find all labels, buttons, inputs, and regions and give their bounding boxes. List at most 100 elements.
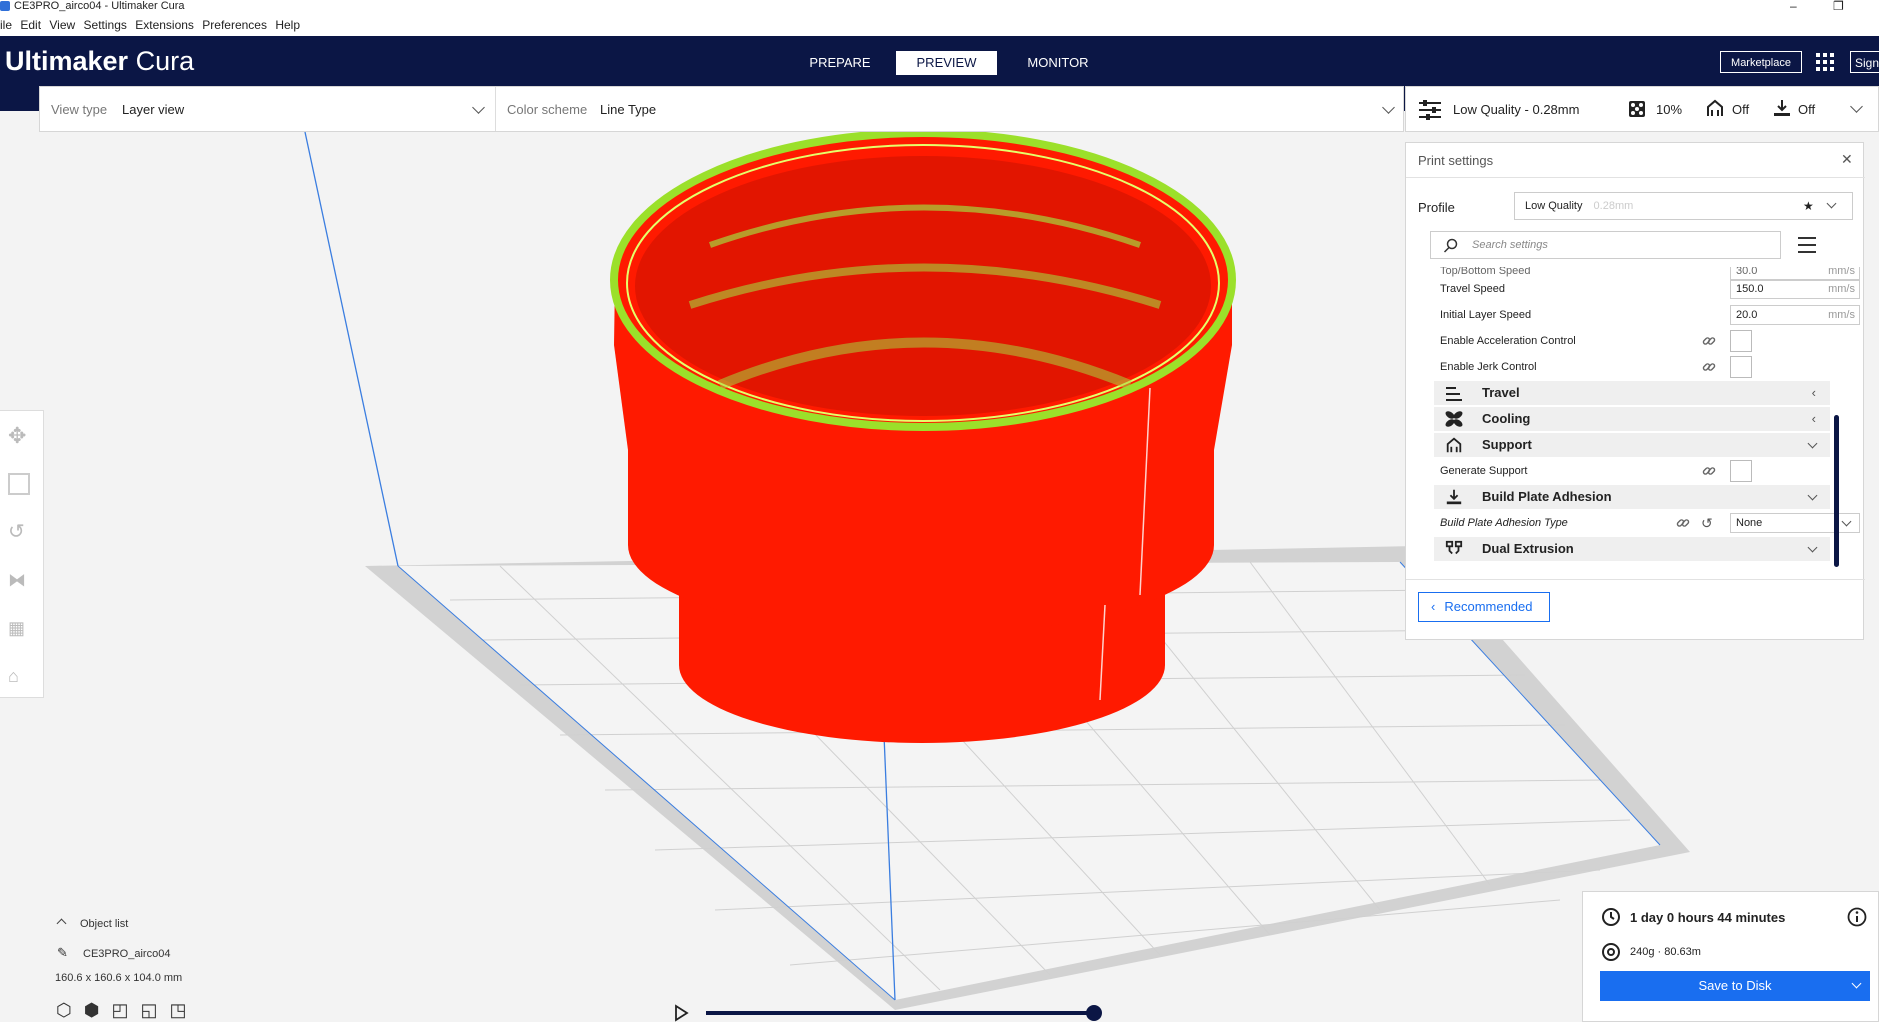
scrollbar[interactable] — [1834, 415, 1839, 567]
link-icon[interactable] — [1676, 516, 1690, 530]
jerk-control-checkbox[interactable] — [1730, 356, 1752, 378]
chevron-down-icon[interactable] — [1826, 198, 1837, 209]
acceleration-control-checkbox[interactable] — [1730, 330, 1752, 352]
slider-handle — [1086, 1005, 1102, 1021]
chevron-down-icon[interactable] — [1850, 100, 1863, 113]
recommended-button[interactable]: ‹ Recommended — [1418, 592, 1550, 622]
tab-preview[interactable]: PREVIEW — [896, 51, 997, 75]
panel-title: Print settings — [1418, 153, 1494, 168]
print-settings-panel: Print settings ✕ Profile Low Quality 0.2… — [1405, 142, 1865, 640]
scale-icon[interactable] — [8, 473, 30, 495]
app-grid-icon[interactable] — [1815, 52, 1835, 72]
support-blocker-icon[interactable]: ⌂ — [8, 665, 30, 687]
setting-row: Build Plate Adhesion Type ↺ None — [1440, 511, 1860, 535]
menu-extensions[interactable]: Extensions — [135, 18, 194, 32]
sliders-icon — [1419, 100, 1441, 120]
spool-icon — [1602, 943, 1620, 961]
material-usage: 240g · 80.63m — [1630, 946, 1701, 958]
link-icon[interactable] — [1702, 360, 1716, 374]
minimize-icon[interactable]: – — [1790, 0, 1797, 13]
menu-file[interactable]: ile — [0, 18, 12, 32]
infill-value: 10% — [1656, 102, 1683, 117]
setting-row: Initial Layer Speed 20.0 mm/s — [1440, 303, 1860, 327]
profile-dropdown[interactable]: Low Quality 0.28mm ★ — [1514, 192, 1853, 220]
front-view-icon[interactable]: ⬢ — [84, 1000, 112, 1020]
category-travel[interactable]: Travel ‹ — [1434, 381, 1830, 405]
object-list-header[interactable]: Object list — [80, 918, 128, 930]
generate-support-checkbox[interactable] — [1730, 460, 1752, 482]
object-name[interactable]: CE3PRO_airco04 — [83, 948, 170, 960]
object-dimensions: 160.6 x 160.6 x 104.0 mm — [55, 972, 183, 984]
pencil-icon[interactable]: ✎ — [57, 945, 68, 961]
per-model-settings-icon[interactable]: ▦ — [8, 617, 30, 639]
menu-view[interactable]: View — [49, 18, 75, 32]
search-icon — [1443, 238, 1458, 253]
left-view-icon[interactable]: ◱ — [140, 1000, 169, 1020]
close-icon[interactable]: ✕ — [1841, 151, 1853, 168]
tab-prepare[interactable]: PREPARE — [800, 51, 880, 75]
print-setup-selector[interactable]: Low Quality - 0.28mm 10% Off Off — [1405, 86, 1879, 132]
setting-row: Generate Support — [1440, 459, 1840, 483]
mirror-icon[interactable]: ⧓ — [8, 569, 30, 591]
rotate-icon[interactable]: ↺ — [8, 521, 30, 543]
menu-bar: ile Edit View Settings Extensions Prefer… — [0, 14, 1879, 36]
search-settings-input[interactable]: Search settings — [1430, 231, 1781, 259]
link-icon[interactable] — [1702, 334, 1716, 348]
star-icon[interactable]: ★ — [1803, 193, 1814, 219]
chevron-down-icon — [1807, 490, 1818, 501]
chevron-down-icon — [1807, 542, 1818, 553]
view-type-dropdown[interactable]: Layer view — [122, 102, 184, 117]
adhesion-value: Off — [1798, 102, 1816, 117]
axis-line-left — [304, 132, 399, 567]
support-icon — [1446, 437, 1462, 453]
category-cooling[interactable]: Cooling ‹ — [1434, 407, 1830, 431]
3d-view-icon[interactable]: ⬡ — [56, 1000, 84, 1020]
chevron-left-icon: ‹ — [1431, 599, 1436, 614]
layer-path-slider[interactable] — [674, 1004, 1120, 1022]
reset-icon[interactable]: ↺ — [1701, 511, 1713, 535]
menu-help[interactable]: Help — [275, 18, 300, 32]
top-view-icon[interactable]: ◰ — [111, 1000, 140, 1020]
color-scheme-dropdown[interactable]: Line Type — [600, 102, 656, 117]
move-icon[interactable]: ✥ — [8, 425, 30, 447]
adhesion-type-dropdown[interactable]: None — [1730, 513, 1860, 533]
sign-in-button[interactable]: Sign — [1850, 51, 1879, 73]
marketplace-button[interactable]: Marketplace — [1720, 51, 1802, 73]
chevron-down-icon — [1841, 516, 1852, 527]
chevron-left-icon: ‹ — [1811, 385, 1816, 400]
menu-icon[interactable] — [1797, 236, 1817, 254]
menu-preferences[interactable]: Preferences — [202, 18, 267, 32]
right-view-icon[interactable]: ◳ — [169, 1000, 198, 1020]
cooling-icon — [1445, 411, 1463, 427]
dual-extrusion-icon — [1445, 540, 1463, 555]
category-build-plate-adhesion[interactable]: Build Plate Adhesion — [1434, 485, 1830, 509]
link-icon[interactable] — [1702, 464, 1716, 478]
cura-app-icon — [0, 1, 10, 11]
view-bar-divider — [495, 87, 496, 131]
settings-list[interactable]: Top/Bottom Speed 30.0 mm/s Travel Speed 1… — [1406, 267, 1865, 579]
chevron-down-icon[interactable] — [1382, 101, 1395, 114]
infill-icon — [1629, 101, 1645, 117]
window-title-bar: CE3PRO_airco04 - Ultimaker Cura – ❐ — [0, 0, 1879, 14]
menu-edit[interactable]: Edit — [20, 18, 41, 32]
adhesion-icon — [1774, 100, 1790, 116]
support-value: Off — [1732, 102, 1750, 117]
tab-monitor[interactable]: MONITOR — [1018, 51, 1098, 75]
sliced-model — [610, 132, 1236, 743]
chevron-down-icon[interactable] — [472, 101, 485, 114]
category-support[interactable]: Support — [1434, 433, 1830, 457]
setting-row: Enable Acceleration Control — [1440, 329, 1840, 353]
support-icon — [1707, 99, 1723, 116]
travel-speed-input[interactable]: 150.0 mm/s — [1730, 279, 1860, 299]
initial-layer-speed-input[interactable]: 20.0 mm/s — [1730, 305, 1860, 325]
save-to-disk-button[interactable]: Save to Disk — [1600, 971, 1870, 1001]
view-options-bar: View type Layer view Color scheme Line T… — [39, 86, 1404, 132]
adhesion-icon — [1446, 489, 1462, 505]
chevron-down-icon[interactable] — [1851, 978, 1862, 989]
chevron-down-icon — [1807, 438, 1818, 449]
restore-icon[interactable]: ❐ — [1833, 0, 1844, 13]
setting-row: Enable Jerk Control — [1440, 355, 1840, 379]
category-dual-extrusion[interactable]: Dual Extrusion — [1434, 537, 1830, 561]
menu-settings[interactable]: Settings — [84, 18, 127, 32]
info-icon[interactable] — [1847, 907, 1867, 927]
